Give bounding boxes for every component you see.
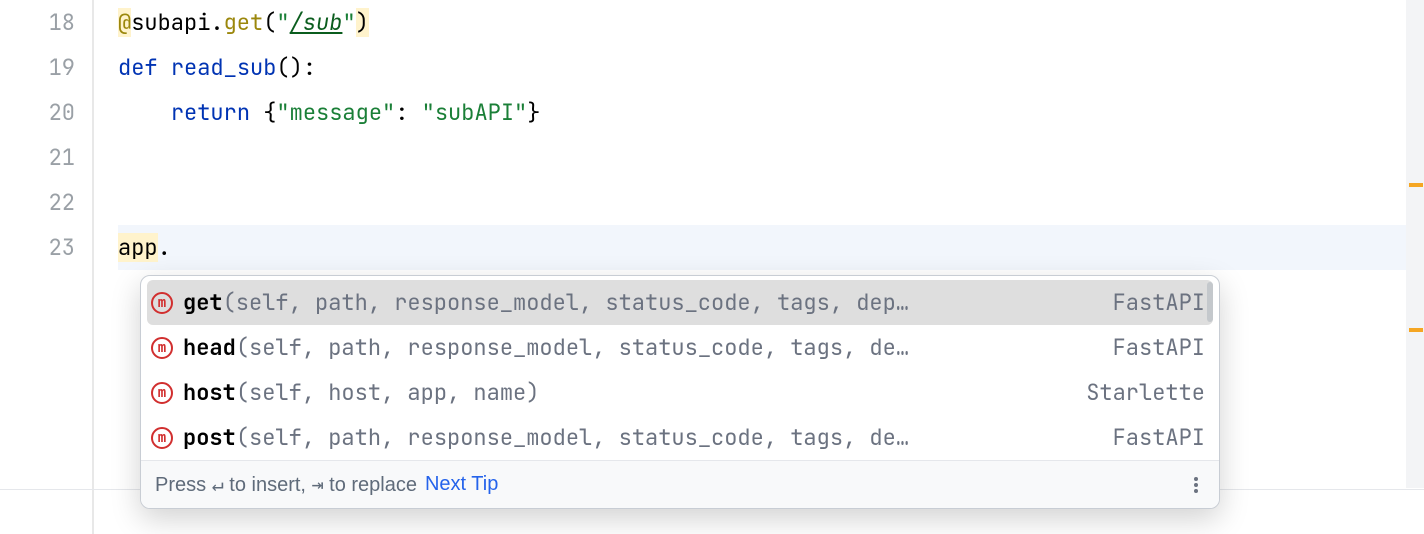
autocomplete-label: post(self, path, response_model, status_…: [183, 423, 1083, 452]
paren: (: [263, 8, 276, 37]
line-number: 23: [0, 225, 75, 270]
code-line[interactable]: return {"message": "subAPI"}: [118, 90, 1424, 135]
line-number: 19: [0, 45, 75, 90]
autocomplete-label: head(self, path, response_model, status_…: [183, 333, 1083, 362]
code-line-current[interactable]: app.: [118, 225, 1424, 270]
autocomplete-item[interactable]: m host(self, host, app, name) Starlette: [141, 370, 1219, 415]
method-icon: m: [151, 337, 173, 359]
autocomplete-label: get(self, path, response_model, status_c…: [183, 288, 1083, 317]
line-number: 21: [0, 135, 75, 180]
method-icon: m: [151, 427, 173, 449]
method-icon: m: [151, 382, 173, 404]
tab-key-icon: ⇥: [312, 472, 324, 496]
autocomplete-item[interactable]: m get(self, path, response_model, status…: [147, 280, 1213, 325]
more-options-icon[interactable]: [1187, 475, 1205, 495]
autocomplete-footer: Press ↵ to insert, ⇥ to replace Next Tip: [141, 460, 1219, 508]
decorator-at: @: [118, 8, 131, 37]
line-number-gutter: 18 19 20 21 22 23: [0, 0, 92, 534]
warning-marker[interactable]: [1409, 328, 1423, 332]
next-tip-link[interactable]: Next Tip: [425, 473, 498, 496]
brace: }: [527, 98, 540, 127]
keyword-def: def: [118, 53, 158, 82]
code-line[interactable]: @subapi.get("/sub"): [118, 0, 1424, 45]
dot: .: [158, 233, 171, 262]
route-path[interactable]: /sub: [290, 8, 343, 37]
autocomplete-origin: FastAPI: [1093, 333, 1205, 362]
dot: .: [210, 8, 223, 37]
dict-key: message: [290, 98, 382, 127]
method: get: [224, 8, 264, 37]
identifier: app: [118, 233, 158, 262]
quote: ": [276, 8, 289, 37]
autocomplete-popup[interactable]: m get(self, path, response_model, status…: [140, 275, 1220, 509]
popup-scrollbar[interactable]: [1207, 282, 1213, 322]
paren: ): [356, 8, 369, 37]
autocomplete-label: host(self, host, app, name): [183, 378, 1056, 407]
method-icon: m: [151, 292, 173, 314]
colon: :: [395, 98, 421, 127]
autocomplete-item[interactable]: m post(self, path, response_model, statu…: [141, 415, 1219, 460]
autocomplete-origin: FastAPI: [1093, 288, 1205, 317]
footer-hint: Press ↵ to insert, ⇥ to replace: [155, 472, 417, 497]
autocomplete-list[interactable]: m get(self, path, response_model, status…: [141, 276, 1219, 460]
code-line[interactable]: [118, 180, 1424, 225]
code-line[interactable]: [118, 135, 1424, 180]
autocomplete-item[interactable]: m head(self, path, response_model, statu…: [141, 325, 1219, 370]
brace: {: [263, 98, 276, 127]
string-value: subAPI: [435, 98, 514, 127]
identifier: subapi: [131, 8, 210, 37]
line-number: 20: [0, 90, 75, 135]
quote: ": [276, 98, 289, 127]
enter-key-icon: ↵: [212, 472, 224, 496]
quote: ": [514, 98, 527, 127]
line-number: 22: [0, 180, 75, 225]
quote: ": [422, 98, 435, 127]
autocomplete-origin: Starlette: [1066, 378, 1205, 407]
code-line[interactable]: def read_sub():: [118, 45, 1424, 90]
line-number: 18: [0, 0, 75, 45]
signature: ():: [276, 53, 316, 82]
quote: ": [342, 8, 355, 37]
function-name: read_sub: [171, 53, 277, 82]
editor-marker-strip[interactable]: [1406, 0, 1424, 488]
warning-marker[interactable]: [1409, 183, 1423, 187]
autocomplete-origin: FastAPI: [1093, 423, 1205, 452]
quote: ": [382, 98, 395, 127]
keyword-return: return: [171, 98, 250, 127]
